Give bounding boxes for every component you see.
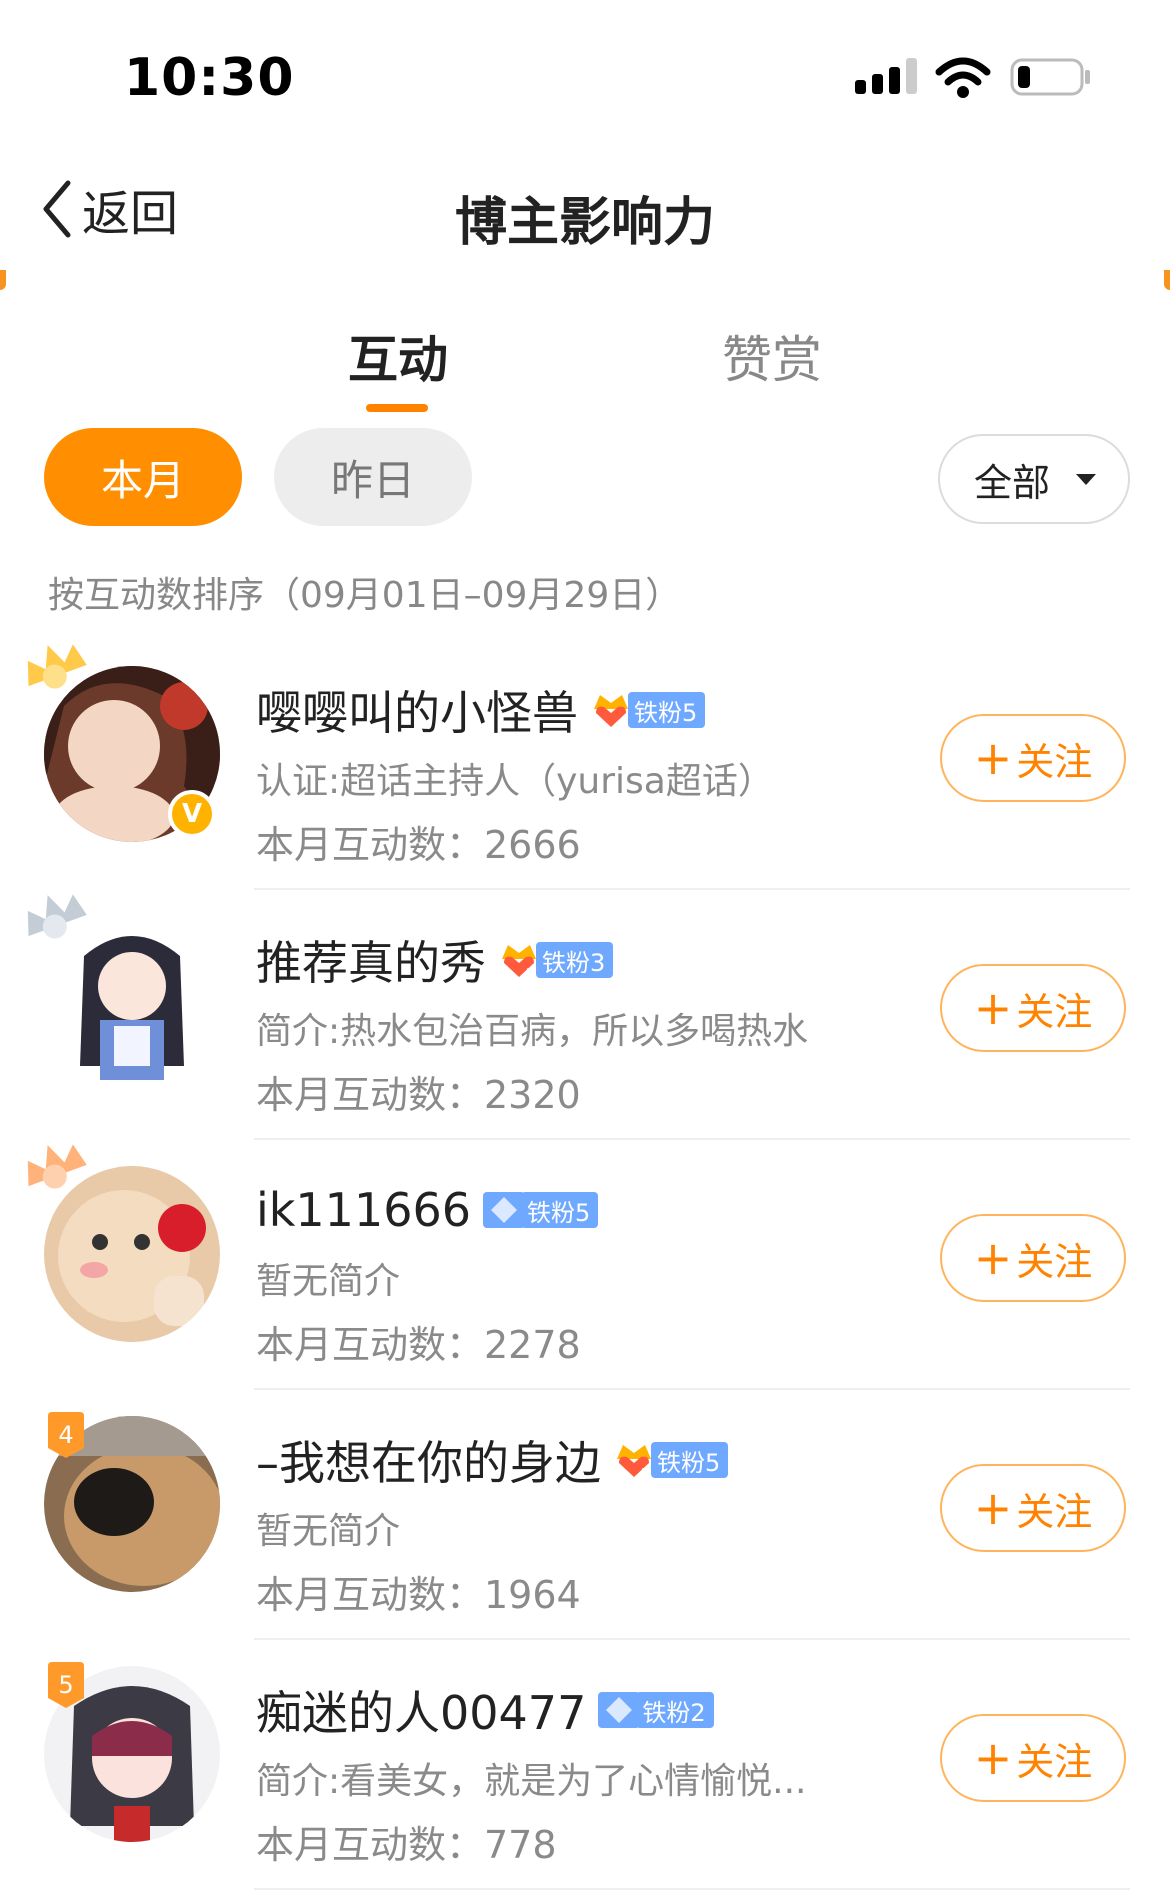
caret-down-icon <box>1076 473 1097 485</box>
plus-icon: + <box>973 1231 1013 1285</box>
avatar-container: V <box>27 644 220 842</box>
active-tab-indicator <box>366 404 428 412</box>
list-item[interactable]: V 嘤嘤叫的小怪兽 4 铁粉5 认证:超话主持人（yurisa超话） 本月互动数… <box>0 640 1170 890</box>
scope-dropdown[interactable]: 全部 <box>938 434 1130 524</box>
svg-text:4: 4 <box>618 716 626 730</box>
follow-button[interactable]: + 关注 <box>940 1464 1126 1552</box>
status-bar: 10:30 <box>0 0 1170 150</box>
fan-badge: 2 铁粉5 <box>613 1439 729 1481</box>
diamond-icon <box>598 1692 641 1728</box>
follow-button[interactable]: + 关注 <box>940 714 1126 802</box>
follow-label: 关注 <box>1016 739 1093 784</box>
user-info: –我想在你的身边 2 铁粉5 暂无简介 本月互动数：1964 <box>256 1430 936 1619</box>
scope-dropdown-label: 全部 <box>974 460 1051 505</box>
plus-icon: + <box>973 1731 1013 1785</box>
page-title: 博主影响力 <box>454 193 715 253</box>
plus-icon: + <box>973 731 1013 785</box>
avatar-container <box>27 1144 220 1342</box>
user-description: 认证:超话主持人（yurisa超话） <box>256 761 774 802</box>
user-description: 暂无简介 <box>256 1511 401 1552</box>
follow-button[interactable]: + 关注 <box>940 1714 1126 1802</box>
gold-crown-rank-icon <box>27 644 87 689</box>
verified-v-icon: V <box>168 790 216 838</box>
user-name[interactable]: 嘤嘤叫的小怪兽 <box>256 677 578 743</box>
tab-reward[interactable]: 赞赏 <box>722 320 822 392</box>
user-name[interactable]: 推荐真的秀 <box>256 927 486 993</box>
crown-heart-icon: 4 <box>594 695 628 730</box>
tab-bar: 互动 赞赏 <box>0 300 1170 420</box>
user-description: 简介:热水包治百病，所以多喝热水 <box>256 1011 809 1052</box>
fan-level: 铁粉5 <box>521 1192 599 1228</box>
avatar-container: 4 <box>44 1412 220 1592</box>
fan-badge: 2 铁粉3 <box>498 939 614 981</box>
list-item[interactable]: 推荐真的秀 2 铁粉3 简介:热水包治百病，所以多喝热水 本月互动数：2320 … <box>0 890 1170 1140</box>
user-description: 暂无简介 <box>256 1261 401 1302</box>
follow-button[interactable]: + 关注 <box>940 964 1126 1052</box>
plus-icon: + <box>973 1481 1013 1535</box>
fan-level: 铁粉5 <box>628 692 706 728</box>
avatar-container <box>27 894 220 1092</box>
silver-crown-rank-icon <box>27 894 87 939</box>
list-item[interactable]: ik111666 铁粉5 暂无简介 本月互动数：2278 + 关注 <box>0 1140 1170 1390</box>
user-name[interactable]: –我想在你的身边 <box>256 1427 601 1493</box>
follow-label: 关注 <box>1016 989 1093 1034</box>
user-info: ik111666 铁粉5 暂无简介 本月互动数：2278 <box>256 1180 936 1369</box>
plus-icon: + <box>973 981 1013 1035</box>
svg-text:4: 4 <box>58 1421 73 1449</box>
fan-level: 铁粉5 <box>651 1442 729 1478</box>
follow-button[interactable]: + 关注 <box>940 1214 1126 1302</box>
user-info: 痴迷的人00477 铁粉2 简介:看美女，就是为了心情愉悦... 本月互动数：7… <box>256 1680 936 1869</box>
rank-4-badge-icon: 4 <box>48 1412 84 1458</box>
interaction-count: 本月互动数：1964 <box>256 1573 581 1617</box>
user-info: 嘤嘤叫的小怪兽 4 铁粉5 认证:超话主持人（yurisa超话） 本月互动数：2… <box>256 680 936 869</box>
follow-label: 关注 <box>1016 1239 1093 1284</box>
list-item[interactable]: 5 痴迷的人00477 铁粉2 简介:看美女，就是为了心情愉悦... 本月互动数… <box>0 1640 1170 1890</box>
nav-bar: 返回 博主影响力 <box>0 150 1170 270</box>
user-name[interactable]: ik111666 <box>256 1183 471 1237</box>
sort-note: 按互动数排序（09月01日–09月29日） <box>48 575 682 616</box>
fan-badge: 4 铁粉5 <box>590 689 706 731</box>
fan-badge: 铁粉5 <box>483 1189 599 1231</box>
interaction-count: 本月互动数：778 <box>256 1823 557 1867</box>
user-name[interactable]: 痴迷的人00477 <box>256 1677 586 1743</box>
bronze-crown-rank-icon <box>27 1144 87 1189</box>
tab-interaction[interactable]: 互动 <box>348 320 448 392</box>
svg-text:2: 2 <box>641 1466 649 1480</box>
card-edge-right <box>1164 270 1170 290</box>
list-item[interactable]: 4 –我想在你的身边 2 铁粉5 暂无简介 本月互动数：1964 + 关注 <box>0 1390 1170 1640</box>
crown-heart-icon: 2 <box>617 1445 651 1480</box>
user-info: 推荐真的秀 2 铁粉3 简介:热水包治百病，所以多喝热水 本月互动数：2320 <box>256 930 936 1119</box>
svg-text:5: 5 <box>58 1671 73 1699</box>
filter-yesterday[interactable]: 昨日 <box>274 428 472 526</box>
divider <box>254 1888 1130 1890</box>
fan-level: 铁粉2 <box>636 1692 714 1728</box>
fan-badge: 铁粉2 <box>598 1689 714 1731</box>
interaction-count: 本月互动数：2278 <box>256 1323 581 1367</box>
rank-5-badge-icon: 5 <box>48 1662 84 1708</box>
interaction-count: 本月互动数：2320 <box>256 1073 581 1117</box>
diamond-icon <box>483 1192 526 1228</box>
cellular-signal-icon <box>855 58 917 94</box>
follow-label: 关注 <box>1016 1739 1093 1784</box>
user-description: 简介:看美女，就是为了心情愉悦... <box>256 1761 807 1802</box>
card-edge-left <box>0 270 6 290</box>
crown-heart-icon: 2 <box>502 945 536 980</box>
svg-text:2: 2 <box>526 966 534 980</box>
follow-label: 关注 <box>1016 1489 1093 1534</box>
fan-level: 铁粉3 <box>536 942 614 978</box>
avatar-container: 5 <box>44 1662 220 1842</box>
status-time: 10:30 <box>124 48 295 108</box>
interaction-count: 本月互动数：2666 <box>256 823 581 867</box>
wifi-icon <box>935 57 991 98</box>
battery-icon <box>1010 58 1090 96</box>
filter-this-month[interactable]: 本月 <box>44 428 242 526</box>
